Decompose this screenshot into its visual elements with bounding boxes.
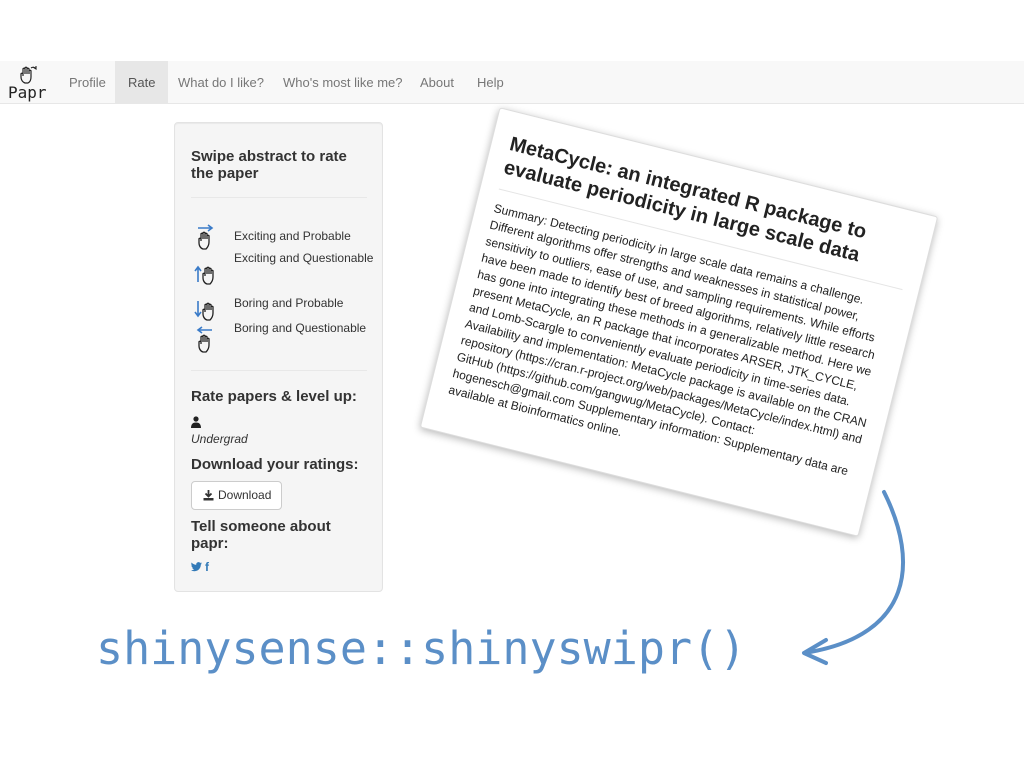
legend-label: Exciting and Probable xyxy=(234,229,351,243)
nav-rate[interactable]: Rate xyxy=(115,61,169,104)
tell-heading: Tell someone about papr: xyxy=(191,518,331,552)
legend-label: Boring and Questionable xyxy=(234,321,367,335)
swipe-left-icon xyxy=(196,326,212,353)
legend-label: Boring and Probable xyxy=(234,296,344,310)
download-button[interactable]: Download xyxy=(191,481,282,510)
divider xyxy=(191,197,367,198)
swipe-down-icon xyxy=(194,301,214,321)
user-icon xyxy=(191,416,201,428)
nav-help[interactable]: Help xyxy=(464,61,517,104)
download-button-label: Download xyxy=(218,488,272,502)
swipe-right-icon xyxy=(198,224,214,250)
nav-profile[interactable]: Profile xyxy=(56,61,119,104)
brand-logo[interactable]: Papr xyxy=(8,65,48,102)
divider xyxy=(191,370,367,371)
sidebar-panel: Swipe abstract to rate the paper Excitin… xyxy=(174,122,383,592)
hand-swipe-icon xyxy=(20,66,37,84)
nav-whos-most-like-me[interactable]: Who's most like me? xyxy=(270,61,416,104)
download-icon xyxy=(203,490,214,501)
brand-text: Papr xyxy=(8,83,47,102)
swipe-heading: Swipe abstract to rate the paper xyxy=(191,148,347,182)
legend-label: Exciting and Questionable xyxy=(234,251,374,265)
curved-arrow-icon xyxy=(802,490,905,665)
swipe-up-icon xyxy=(194,265,214,285)
nav-about[interactable]: About xyxy=(407,61,467,104)
function-caption: shinysense::shinyswipr() xyxy=(96,622,747,675)
abstract-card[interactable]: MetaCycle: an integrated R package to ev… xyxy=(419,107,939,537)
nav-what-do-i-like[interactable]: What do I like? xyxy=(165,61,277,104)
level-text: Undergrad xyxy=(191,432,248,446)
download-heading: Download your ratings: xyxy=(191,456,359,473)
legend-exciting-questionable: Exciting and Questionable xyxy=(193,249,373,285)
rate-heading: Rate papers & level up: xyxy=(191,388,357,405)
legend-boring-questionable: Boring and Questionable xyxy=(193,319,373,355)
twitter-icon[interactable] xyxy=(191,562,202,572)
facebook-icon[interactable]: f xyxy=(205,560,209,574)
navbar: Papr Profile Rate What do I like? Who's … xyxy=(0,61,1024,104)
